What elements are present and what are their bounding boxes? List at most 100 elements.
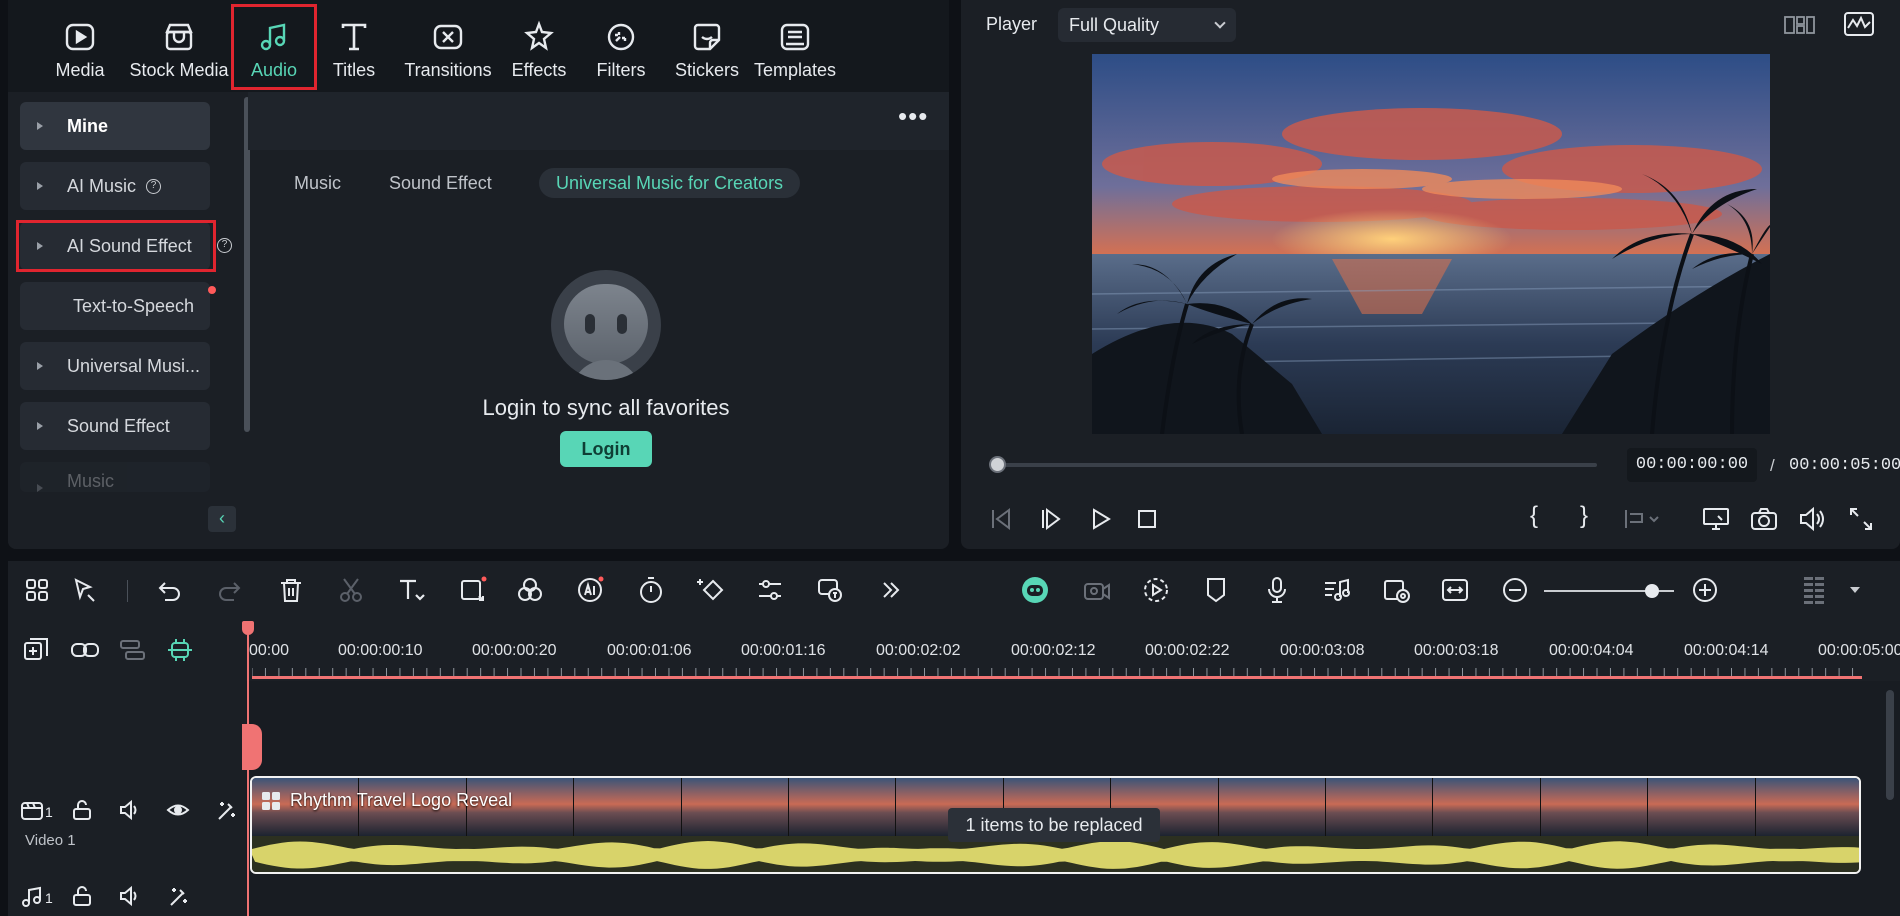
sidebar-item-universal-music[interactable]: Universal Musi... [20, 342, 210, 390]
nav-media-label: Media [55, 60, 105, 80]
playback-progress-handle[interactable] [989, 456, 1006, 473]
sidebar-item-label: AI Music [67, 175, 137, 196]
ruler-tick: 00:00:03:18 [1414, 642, 1499, 659]
sidebar-item-ai-music[interactable]: AI Music ? [20, 162, 210, 210]
undo-icon[interactable] [155, 575, 185, 605]
sidebar-item-music[interactable]: Music [20, 462, 210, 492]
next-frame-icon[interactable] [1038, 506, 1064, 532]
sidebar-item-sound-effect[interactable]: Sound Effect [20, 402, 210, 450]
nav-audio[interactable]: Audio [231, 4, 317, 90]
clip-title: Rhythm Travel Logo Reveal [290, 790, 513, 810]
chevron-down-icon[interactable] [1840, 575, 1870, 605]
timeline-scrollbar[interactable] [1886, 690, 1894, 800]
more-tools-icon[interactable] [876, 575, 906, 605]
video-track-label: Video 1 [25, 832, 76, 849]
eye-icon[interactable] [166, 798, 190, 822]
marker-shield-icon[interactable] [1201, 575, 1231, 605]
keyframe-icon[interactable] [696, 575, 726, 605]
ruler-tick: 00:00:00:10 [338, 642, 423, 659]
microphone-icon[interactable] [1262, 575, 1292, 605]
ai-tools-icon[interactable] [575, 575, 605, 605]
magnet-snap-icon[interactable] [166, 636, 194, 664]
speaker-icon[interactable] [118, 798, 142, 822]
zoom-in-icon[interactable] [1690, 575, 1720, 605]
new-badge-dot [208, 286, 216, 294]
speaker-icon[interactable] [118, 884, 142, 908]
layout-grid-icon[interactable] [22, 575, 52, 605]
ruler-tick: 00:00:05:00 [1818, 642, 1900, 659]
sidebar-item-ai-sound-effect[interactable]: AI Sound Effect ? [16, 220, 232, 272]
nav-stickers[interactable]: Stickers [668, 8, 746, 90]
speed-timer-icon[interactable] [636, 575, 666, 605]
display-icon[interactable] [1702, 506, 1730, 532]
scope-icon[interactable] [1844, 12, 1874, 36]
tab-universal-music-for-creators[interactable]: Universal Music for Creators [539, 168, 801, 198]
nav-titles[interactable]: Titles [322, 8, 386, 90]
playback-progress-track[interactable] [997, 463, 1597, 467]
help-icon[interactable]: ? [217, 238, 232, 253]
clip-thumbnail [1648, 778, 1756, 836]
zoom-slider-handle[interactable] [1644, 584, 1659, 598]
layout-toggle-icon[interactable] [1784, 14, 1816, 36]
scissors-icon[interactable] [336, 575, 366, 605]
sidebar-item-text-to-speech[interactable]: Text-to-Speech [20, 282, 216, 330]
magic-wand-icon[interactable] [166, 884, 190, 908]
volume-icon[interactable] [1798, 506, 1826, 532]
delete-trash-icon[interactable] [276, 575, 306, 605]
preview-render-icon[interactable] [1382, 575, 1412, 605]
ruler-tick: 00:00 [249, 642, 290, 659]
playhead-tab[interactable] [242, 724, 262, 770]
play-icon[interactable] [1088, 506, 1114, 532]
select-pointer-icon[interactable] [70, 575, 100, 605]
auto-captions-icon[interactable] [815, 575, 845, 605]
fullscreen-icon[interactable] [1848, 506, 1874, 532]
login-button[interactable]: Login [560, 431, 652, 467]
nav-filters[interactable]: Filters [586, 8, 656, 90]
nav-media[interactable]: Media [44, 8, 116, 90]
zoom-out-icon[interactable] [1500, 575, 1530, 605]
ruler-range-line [252, 676, 1862, 679]
media-icon [65, 23, 95, 51]
tab-music[interactable]: Music [277, 168, 358, 198]
clip-thumbnail [1540, 778, 1649, 836]
ruler-tick: 00:00:02:02 [876, 642, 961, 659]
track-split-icon[interactable] [118, 636, 146, 664]
nav-transitions[interactable]: Transitions [398, 8, 498, 90]
mark-out-button[interactable]: } [1580, 502, 1588, 530]
lock-icon[interactable] [70, 798, 94, 822]
text-tool-icon[interactable] [396, 575, 426, 605]
motion-tracking-icon[interactable] [1141, 575, 1171, 605]
magic-wand-icon[interactable] [214, 798, 238, 822]
sidebar-item-mine[interactable]: Mine [20, 102, 210, 150]
nav-templates[interactable]: Templates [752, 8, 838, 90]
add-track-icon[interactable] [22, 636, 50, 664]
ruler-tick: 00:00:04:04 [1549, 642, 1634, 659]
insert-dropdown-icon[interactable] [1622, 506, 1666, 532]
redo-icon[interactable] [214, 575, 244, 605]
video-track-icon [21, 802, 43, 820]
video-effects-icon[interactable] [1082, 575, 1112, 605]
tab-sound-effect[interactable]: Sound Effect [372, 168, 509, 198]
help-icon[interactable]: ? [146, 178, 162, 194]
audio-list-icon[interactable] [1322, 575, 1352, 605]
track-height-icon[interactable] [1800, 575, 1830, 605]
collapse-sidebar-button[interactable]: ‹ [208, 506, 236, 532]
nav-effects[interactable]: Effects [504, 8, 574, 90]
stop-icon[interactable] [1134, 506, 1160, 532]
crop-tool-icon[interactable] [458, 575, 488, 605]
quality-select[interactable]: Full Quality [1058, 8, 1236, 42]
ai-mascot-icon[interactable] [1020, 575, 1050, 605]
video-preview[interactable] [1092, 54, 1770, 434]
current-timecode[interactable]: 00:00:00:00 [1627, 448, 1757, 482]
snapshot-camera-icon[interactable] [1750, 506, 1778, 532]
playhead-handle[interactable] [242, 621, 254, 635]
lock-icon[interactable] [70, 884, 94, 908]
nav-stock-media[interactable]: Stock Media [120, 8, 238, 90]
more-options-icon[interactable]: ••• [898, 103, 928, 129]
fit-timeline-icon[interactable] [1440, 575, 1470, 605]
color-mix-icon[interactable] [515, 575, 545, 605]
adjust-sliders-icon[interactable] [755, 575, 785, 605]
mark-in-button[interactable]: { [1530, 502, 1538, 530]
previous-frame-icon[interactable] [988, 506, 1014, 532]
link-icon[interactable] [70, 636, 100, 664]
